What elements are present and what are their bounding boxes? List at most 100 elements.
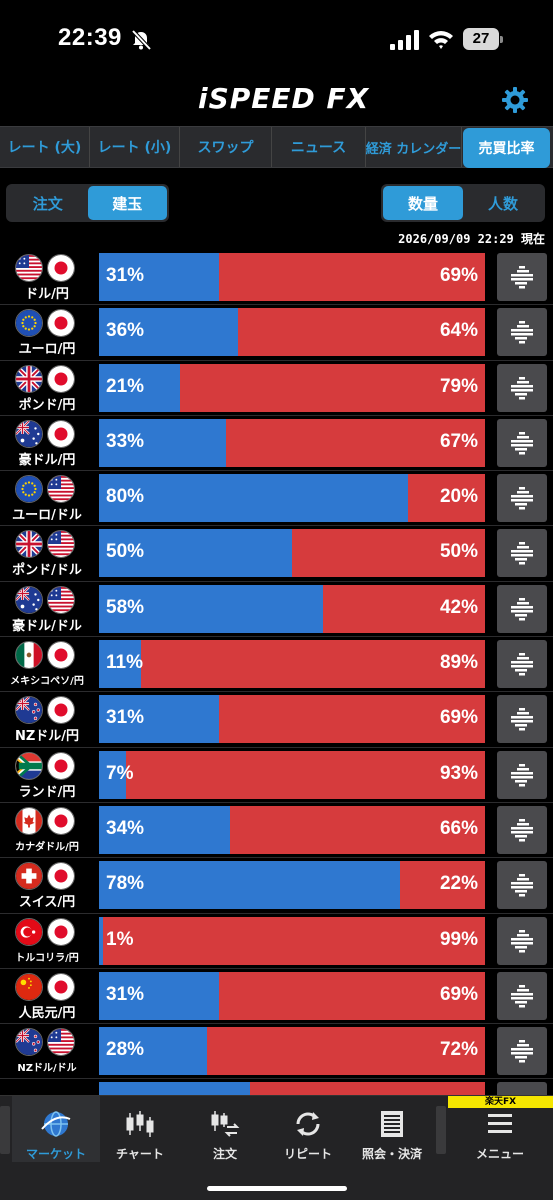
detail-button[interactable] [497, 1027, 547, 1076]
buy-percent: 58% [106, 596, 145, 618]
currency-pair[interactable]: ユーロ/円 [0, 305, 94, 360]
currency-pair[interactable]: ポンド/円 [0, 361, 94, 416]
nav-label: リピート [283, 1147, 332, 1161]
cn-flag [15, 972, 43, 1001]
nav-menu[interactable]: メニュー [455, 1096, 545, 1162]
tab-trade-ratio[interactable]: 売買比率 [463, 128, 550, 168]
currency-pair[interactable]: カナダドル/円 [0, 803, 94, 858]
sort-icon [511, 431, 533, 455]
buy-bar [99, 474, 408, 523]
sell-percent: 72% [439, 1039, 478, 1061]
nav-repeat[interactable]: リピート [268, 1096, 348, 1162]
ratio-bar: 31% 69% [99, 971, 485, 1020]
sell-percent: 99% [439, 928, 478, 950]
toggle-quantity[interactable]: 数量 [383, 186, 463, 220]
detail-button[interactable] [497, 584, 547, 633]
us-flag [47, 585, 75, 614]
ratio-bar: 58% 42% [99, 584, 485, 633]
buy-percent: 7% [106, 762, 134, 784]
currency-pair[interactable]: 豪ドル/円 [0, 416, 94, 471]
sell-percent: 64% [439, 320, 478, 342]
currency-pair[interactable]: NZドル/円 [0, 692, 94, 747]
pair-label: ポンド/ドル [12, 563, 82, 579]
currency-pair[interactable]: ポンド/ドル [0, 526, 94, 581]
sell-percent: 69% [439, 707, 478, 729]
gear-icon[interactable] [500, 85, 530, 115]
za-flag [15, 751, 43, 780]
globe-icon [41, 1111, 71, 1137]
detail-button[interactable] [497, 474, 547, 523]
battery-indicator: 27 [463, 28, 503, 50]
tab-swap[interactable]: スワップ [180, 127, 272, 167]
nav-label: メニュー [475, 1147, 524, 1161]
toggle-orders[interactable]: 注文 [8, 186, 88, 220]
detail-button[interactable] [497, 640, 547, 689]
quantity-people-toggle: 数量 人数 [381, 184, 545, 222]
tab-news[interactable]: ニュース [272, 127, 366, 167]
ratio-row: トルコリラ/円 1% 99% [0, 914, 553, 969]
nav-label: チャート [116, 1147, 164, 1161]
tr-flag [15, 917, 43, 946]
currency-pair[interactable]: 人民元/円 [0, 969, 94, 1024]
ratio-row: ランド/円 7% 93% [0, 748, 553, 803]
detail-button[interactable] [497, 805, 547, 854]
currency-pair[interactable]: ドル/円 [0, 250, 94, 305]
uk-flag [15, 530, 43, 559]
pair-flags [15, 917, 79, 946]
jp-flag [47, 862, 75, 891]
currency-pair[interactable]: トルコリラ/円 [0, 914, 94, 969]
currency-pair[interactable]: 豪ドル/ドル [0, 582, 94, 637]
ratio-bar: 78% 22% [99, 861, 485, 910]
detail-button[interactable] [497, 253, 547, 301]
pair-label: ポンド/円 [18, 397, 76, 413]
sell-percent: 67% [439, 430, 478, 452]
currency-pair[interactable]: ユーロ/ドル [0, 471, 94, 526]
detail-button[interactable] [497, 695, 547, 744]
detail-button[interactable] [497, 308, 547, 357]
detail-button[interactable] [497, 916, 547, 965]
currency-pair[interactable]: メキシコペソ/円 [0, 637, 94, 692]
pair-flags [15, 309, 79, 338]
nav-order[interactable]: 注文 [186, 1096, 264, 1162]
ratio-bar: 80% 20% [99, 474, 485, 523]
app-header: iSPEED FX [0, 80, 553, 120]
buy-percent: 78% [106, 873, 145, 895]
status-time: 22:39 [58, 24, 122, 51]
toggle-people[interactable]: 人数 [463, 186, 543, 220]
currency-pair[interactable]: NZドル/ドル [0, 1024, 94, 1079]
tab-rate-large[interactable]: レート (大) [0, 127, 90, 167]
detail-button[interactable] [497, 363, 547, 412]
tab-rate-small[interactable]: レート (小) [90, 127, 180, 167]
sort-icon [511, 984, 533, 1008]
jp-flag [47, 364, 75, 393]
sort-icon [511, 487, 533, 510]
pair-flags [15, 585, 79, 614]
sort-icon [511, 708, 533, 731]
detail-button[interactable] [497, 861, 547, 910]
nav-inquiry-settlement[interactable]: 照会・決済 [352, 1096, 432, 1162]
currency-pair[interactable]: スイス/円 [0, 858, 94, 913]
sell-percent: 66% [439, 817, 478, 839]
nav-label: 照会・決済 [361, 1147, 422, 1161]
ratio-row: メキシコペソ/円 11% 89% [0, 637, 553, 693]
buy-percent: 31% [106, 265, 145, 286]
detail-button[interactable] [497, 418, 547, 467]
sort-icon [511, 653, 533, 676]
menu-icon [488, 1114, 512, 1133]
detail-button[interactable] [497, 750, 547, 799]
nav-market[interactable]: マーケット [12, 1096, 100, 1162]
pair-label: メキシコペソ/円 [10, 676, 84, 688]
nav-chart[interactable]: チャート [100, 1096, 180, 1162]
ratio-row: ドル/円 31% 69% [0, 250, 553, 306]
jp-flag [47, 641, 75, 670]
bottom-nav: マーケット チャート 注文 リピート 照会・決済 楽天FX メニュー [0, 1095, 553, 1200]
tab-economic-calendar[interactable]: 経済 カレンダー [366, 127, 462, 167]
currency-pair[interactable]: ランド/円 [0, 748, 94, 803]
toggle-positions[interactable]: 建玉 [87, 186, 167, 220]
detail-button[interactable] [497, 529, 547, 578]
jp-flag [47, 254, 75, 282]
sell-percent: 20% [439, 486, 478, 508]
buy-bar [99, 916, 103, 965]
detail-button[interactable] [497, 971, 547, 1020]
ratio-row: スイス/円 78% 22% [0, 858, 553, 914]
